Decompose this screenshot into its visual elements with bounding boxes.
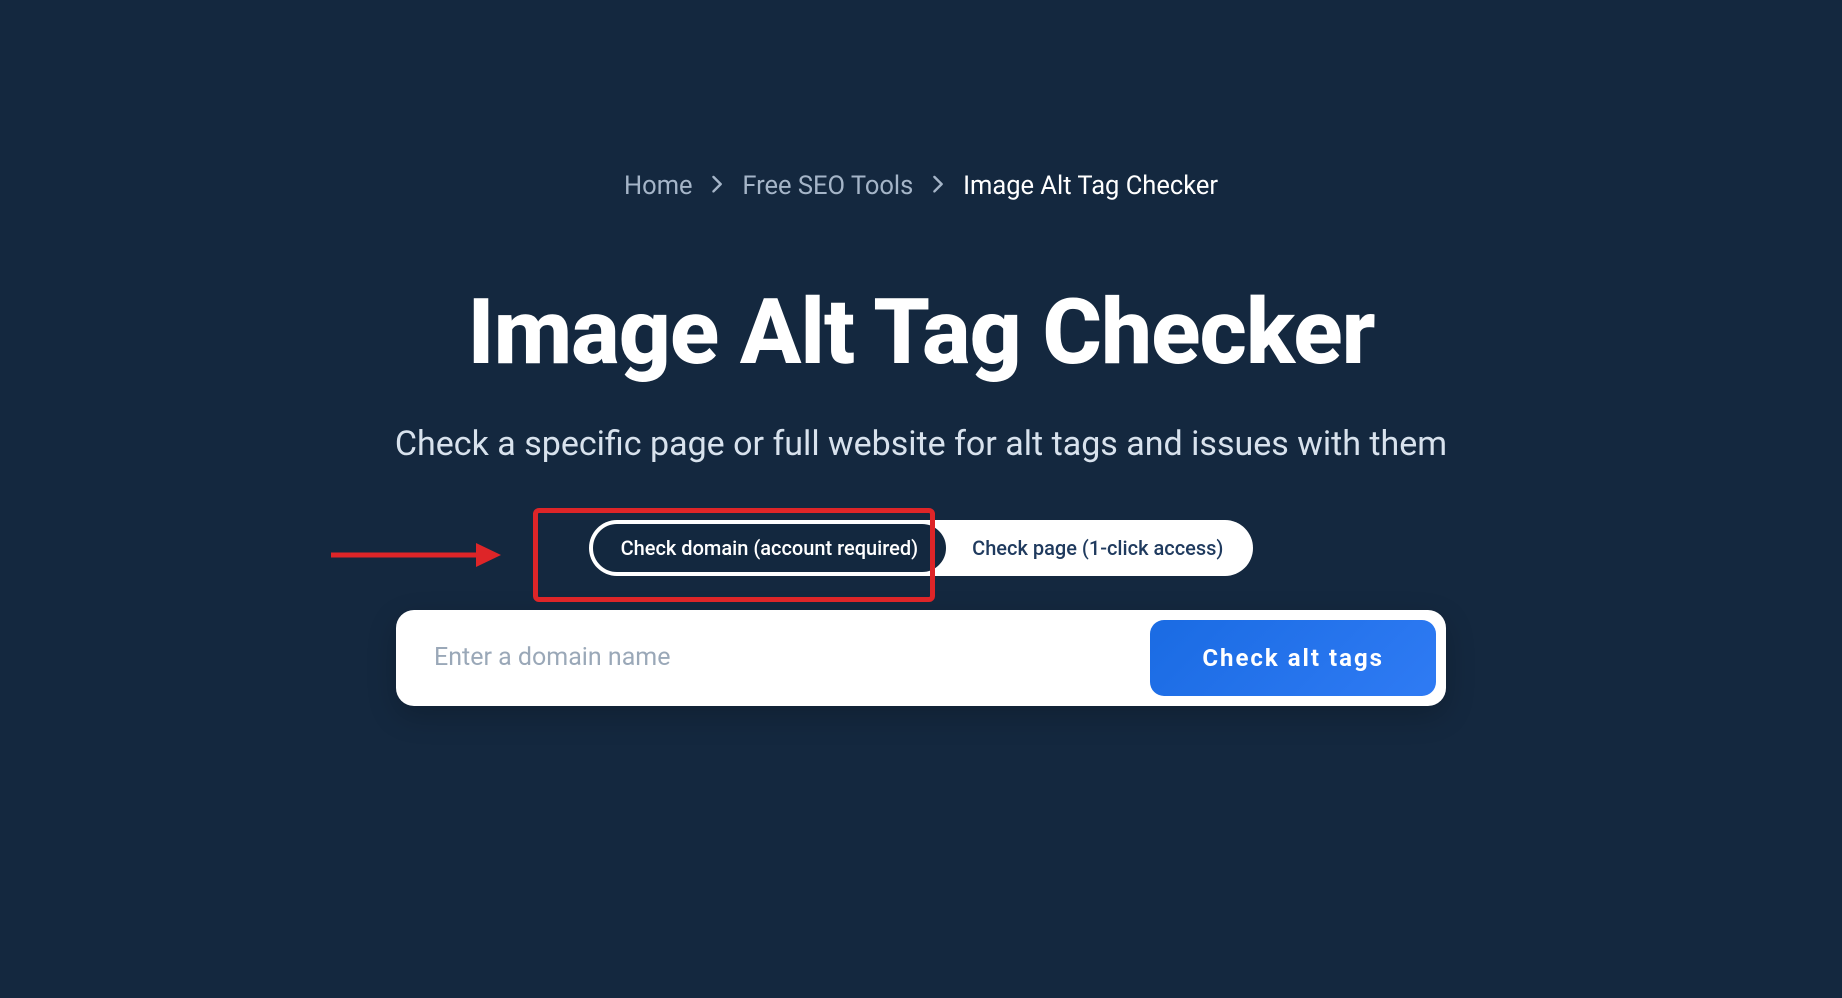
check-alt-tags-button[interactable]: Check alt tags (1150, 620, 1436, 696)
hero-section: Image Alt Tag Checker Check a specific p… (162, 286, 1680, 706)
toggle-wrapper: Check domain (account required) Check pa… (162, 520, 1680, 576)
breadcrumb: Home Free SEO Tools Image Alt Tag Checke… (0, 172, 1842, 201)
check-page-toggle[interactable]: Check page (1-click access) (946, 526, 1249, 570)
check-domain-toggle[interactable]: Check domain (account required) (593, 524, 947, 572)
mode-toggle-group: Check domain (account required) Check pa… (589, 520, 1254, 576)
breadcrumb-home[interactable]: Home (624, 172, 693, 201)
page-subtitle: Check a specific page or full website fo… (162, 424, 1680, 464)
domain-input[interactable] (396, 625, 1150, 690)
page-title: Image Alt Tag Checker (162, 286, 1680, 382)
breadcrumb-tools[interactable]: Free SEO Tools (742, 172, 913, 201)
search-bar: Check alt tags (396, 610, 1446, 706)
chevron-right-icon (712, 176, 723, 198)
arrow-annotation-icon (331, 540, 501, 584)
breadcrumb-current: Image Alt Tag Checker (963, 172, 1218, 201)
chevron-right-icon (933, 176, 944, 198)
